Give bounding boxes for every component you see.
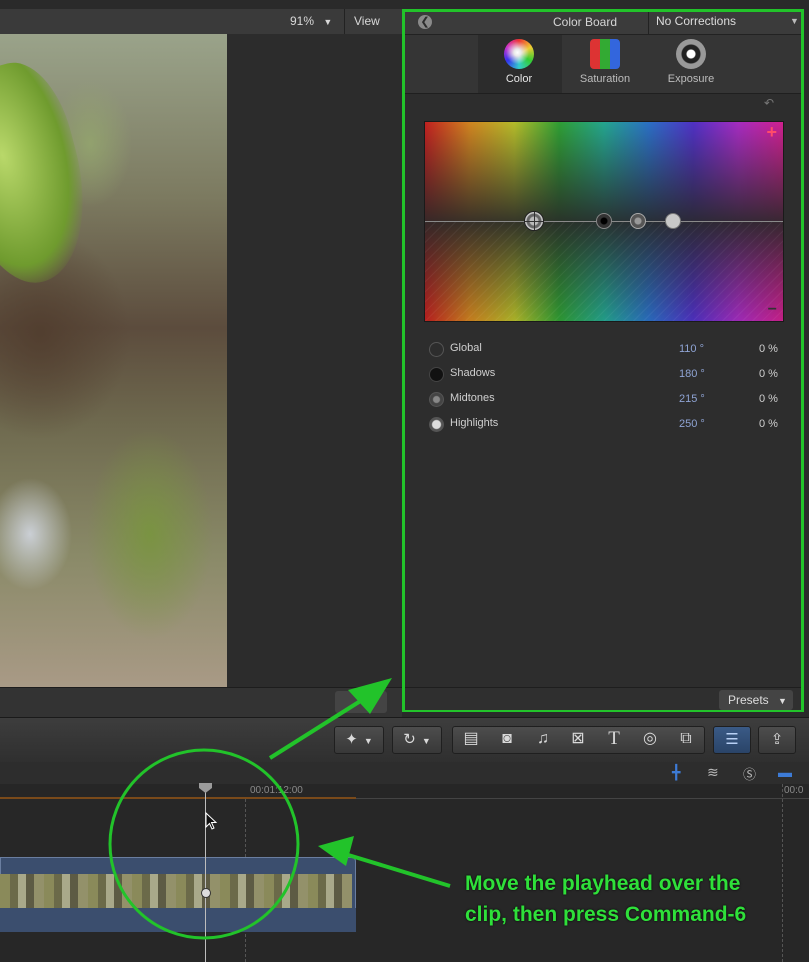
tutorial-annotations [108,678,451,940]
annotation-line-1: Move the playhead over the [465,872,741,895]
annotation-text: Move the playhead over the clip, then pr… [465,868,746,930]
annotation-line-2: clip, then press Command-6 [465,903,747,926]
arrow-to-panel-line [268,698,364,760]
arrow-to-panel-head [348,678,392,714]
highlight-circle [108,748,300,940]
arrow-to-clip-line [344,852,451,888]
arrow-to-clip-head [318,836,354,866]
